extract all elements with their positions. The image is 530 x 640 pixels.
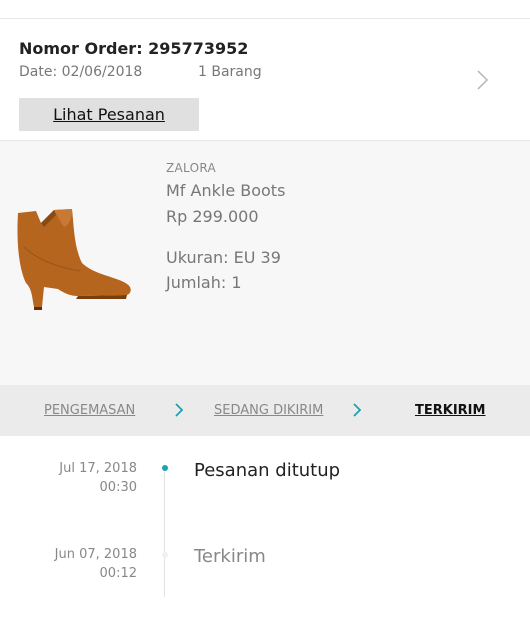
product-price: Rp 299.000 xyxy=(166,207,259,226)
product-quantity: Jumlah: 1 xyxy=(166,273,242,292)
product-name: Mf Ankle Boots xyxy=(166,181,286,200)
view-order-button[interactable]: Lihat Pesanan xyxy=(19,98,199,131)
order-timeline: Jul 17, 2018 00:30 Pesanan ditutup Jun 0… xyxy=(0,436,530,640)
step-packing[interactable]: PENGEMASAN xyxy=(44,403,135,418)
timeline-date-time: 00:12 xyxy=(99,566,137,581)
order-item-count: 1 Barang xyxy=(198,64,262,80)
timeline-date: Jun 07, 2018 00:12 xyxy=(0,545,137,583)
order-number: Nomor Order: 295773952 xyxy=(19,39,249,58)
chevron-right-icon xyxy=(353,403,362,417)
product-size: Ukuran: EU 39 xyxy=(166,248,281,267)
order-header[interactable]: Nomor Order: 295773952 Date: 02/06/2018 … xyxy=(0,19,530,140)
timeline-event-label: Terkirim xyxy=(194,546,266,567)
ankle-boot-image xyxy=(17,209,131,310)
product-brand: ZALORA xyxy=(166,161,216,175)
timeline-date-day: Jun 07, 2018 xyxy=(54,547,137,562)
timeline-date-time: 00:30 xyxy=(99,480,137,495)
timeline-event-label: Pesanan ditutup xyxy=(194,460,341,481)
timeline-dot xyxy=(162,552,168,558)
timeline-date: Jul 17, 2018 00:30 xyxy=(0,459,137,497)
chevron-right-icon[interactable] xyxy=(474,69,490,91)
order-date: Date: 02/06/2018 xyxy=(19,64,143,80)
timeline-date-day: Jul 17, 2018 xyxy=(59,461,137,476)
shipping-status-bar: PENGEMASAN SEDANG DIKIRIM TERKIRIM xyxy=(0,385,530,436)
product-card: ZALORA Mf Ankle Boots Rp 299.000 Ukuran:… xyxy=(0,141,530,385)
chevron-right-icon xyxy=(175,403,184,417)
step-delivered[interactable]: TERKIRIM xyxy=(415,403,485,418)
timeline-line xyxy=(164,469,165,597)
timeline-dot-active xyxy=(162,465,168,471)
step-shipping[interactable]: SEDANG DIKIRIM xyxy=(214,403,323,418)
